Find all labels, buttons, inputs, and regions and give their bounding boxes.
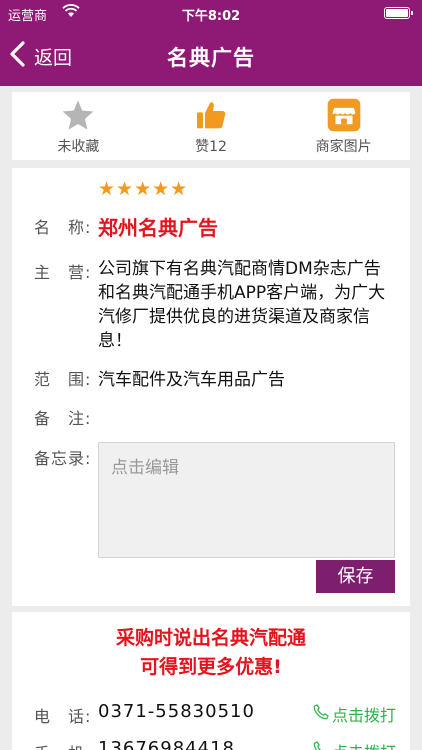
- mobile-value: 13676984418: [98, 738, 235, 750]
- action-bar: 未收藏 赞12 商家图片: [12, 92, 410, 160]
- note-label: 备 注:: [34, 409, 92, 428]
- like-button[interactable]: 赞12: [145, 92, 278, 160]
- main-business-label: 主 营:: [34, 263, 92, 282]
- rating-stars: ★★★★★: [98, 178, 189, 200]
- like-count-label: 赞12: [195, 139, 227, 155]
- status-time: 下午8:02: [181, 9, 241, 24]
- favorite-button[interactable]: 未收藏: [12, 92, 145, 160]
- memo-label: 备忘录:: [34, 449, 92, 468]
- contact-card: 采购时说出名典汽配通 可得到更多优惠! 电 话: 0371-55830510 点…: [12, 612, 410, 750]
- call-label: 点击拨打: [331, 706, 396, 725]
- phone-icon: [312, 703, 332, 725]
- phone-label: 电 话:: [34, 707, 92, 726]
- memo-input[interactable]: 点击编辑: [98, 442, 395, 558]
- save-button[interactable]: 保存: [316, 560, 395, 593]
- thumbs-up-icon: [193, 98, 229, 132]
- status-bar: 运营商 下午8:02: [0, 0, 422, 26]
- main-business-value: 公司旗下有名典汽配商情DM杂志广告和名典汽配通手机APP客户端，为广大汽修厂提供…: [98, 259, 386, 351]
- call-mobile-button[interactable]: 点击拨打: [312, 739, 396, 750]
- phone-icon: [312, 740, 332, 750]
- merchant-photos-button[interactable]: 商家图片: [277, 92, 410, 160]
- call-phone-button[interactable]: 点击拨打: [312, 702, 396, 726]
- battery-icon: [384, 7, 413, 19]
- scope-label: 范 围:: [34, 370, 92, 389]
- phone-value: 0371-55830510: [98, 701, 255, 722]
- merchant-name: 郑州名典广告: [98, 216, 218, 240]
- merchant-info-card: ★★★★★ 名 称: 郑州名典广告 主 营: 公司旗下有名典汽配商情DM杂志广告…: [12, 168, 410, 606]
- promo-line-2: 可得到更多优惠!: [140, 656, 282, 678]
- promo-line-1: 采购时说出名典汽配通: [115, 627, 306, 649]
- page-title: 名典广告: [167, 46, 255, 70]
- promo-banner: 采购时说出名典汽配通 可得到更多优惠!: [12, 624, 410, 682]
- mobile-label: 手 机:: [34, 740, 91, 750]
- name-label: 名 称:: [34, 218, 92, 237]
- store-icon: [326, 98, 362, 132]
- scope-value: 汽车配件及汽车用品广告: [98, 370, 285, 390]
- call-label: 点击拨打: [332, 739, 396, 750]
- star-icon: [60, 98, 96, 132]
- navigation-bar: 返回 名典广告: [0, 26, 422, 86]
- merchant-photos-label: 商家图片: [315, 139, 372, 155]
- favorite-label: 未收藏: [57, 139, 100, 155]
